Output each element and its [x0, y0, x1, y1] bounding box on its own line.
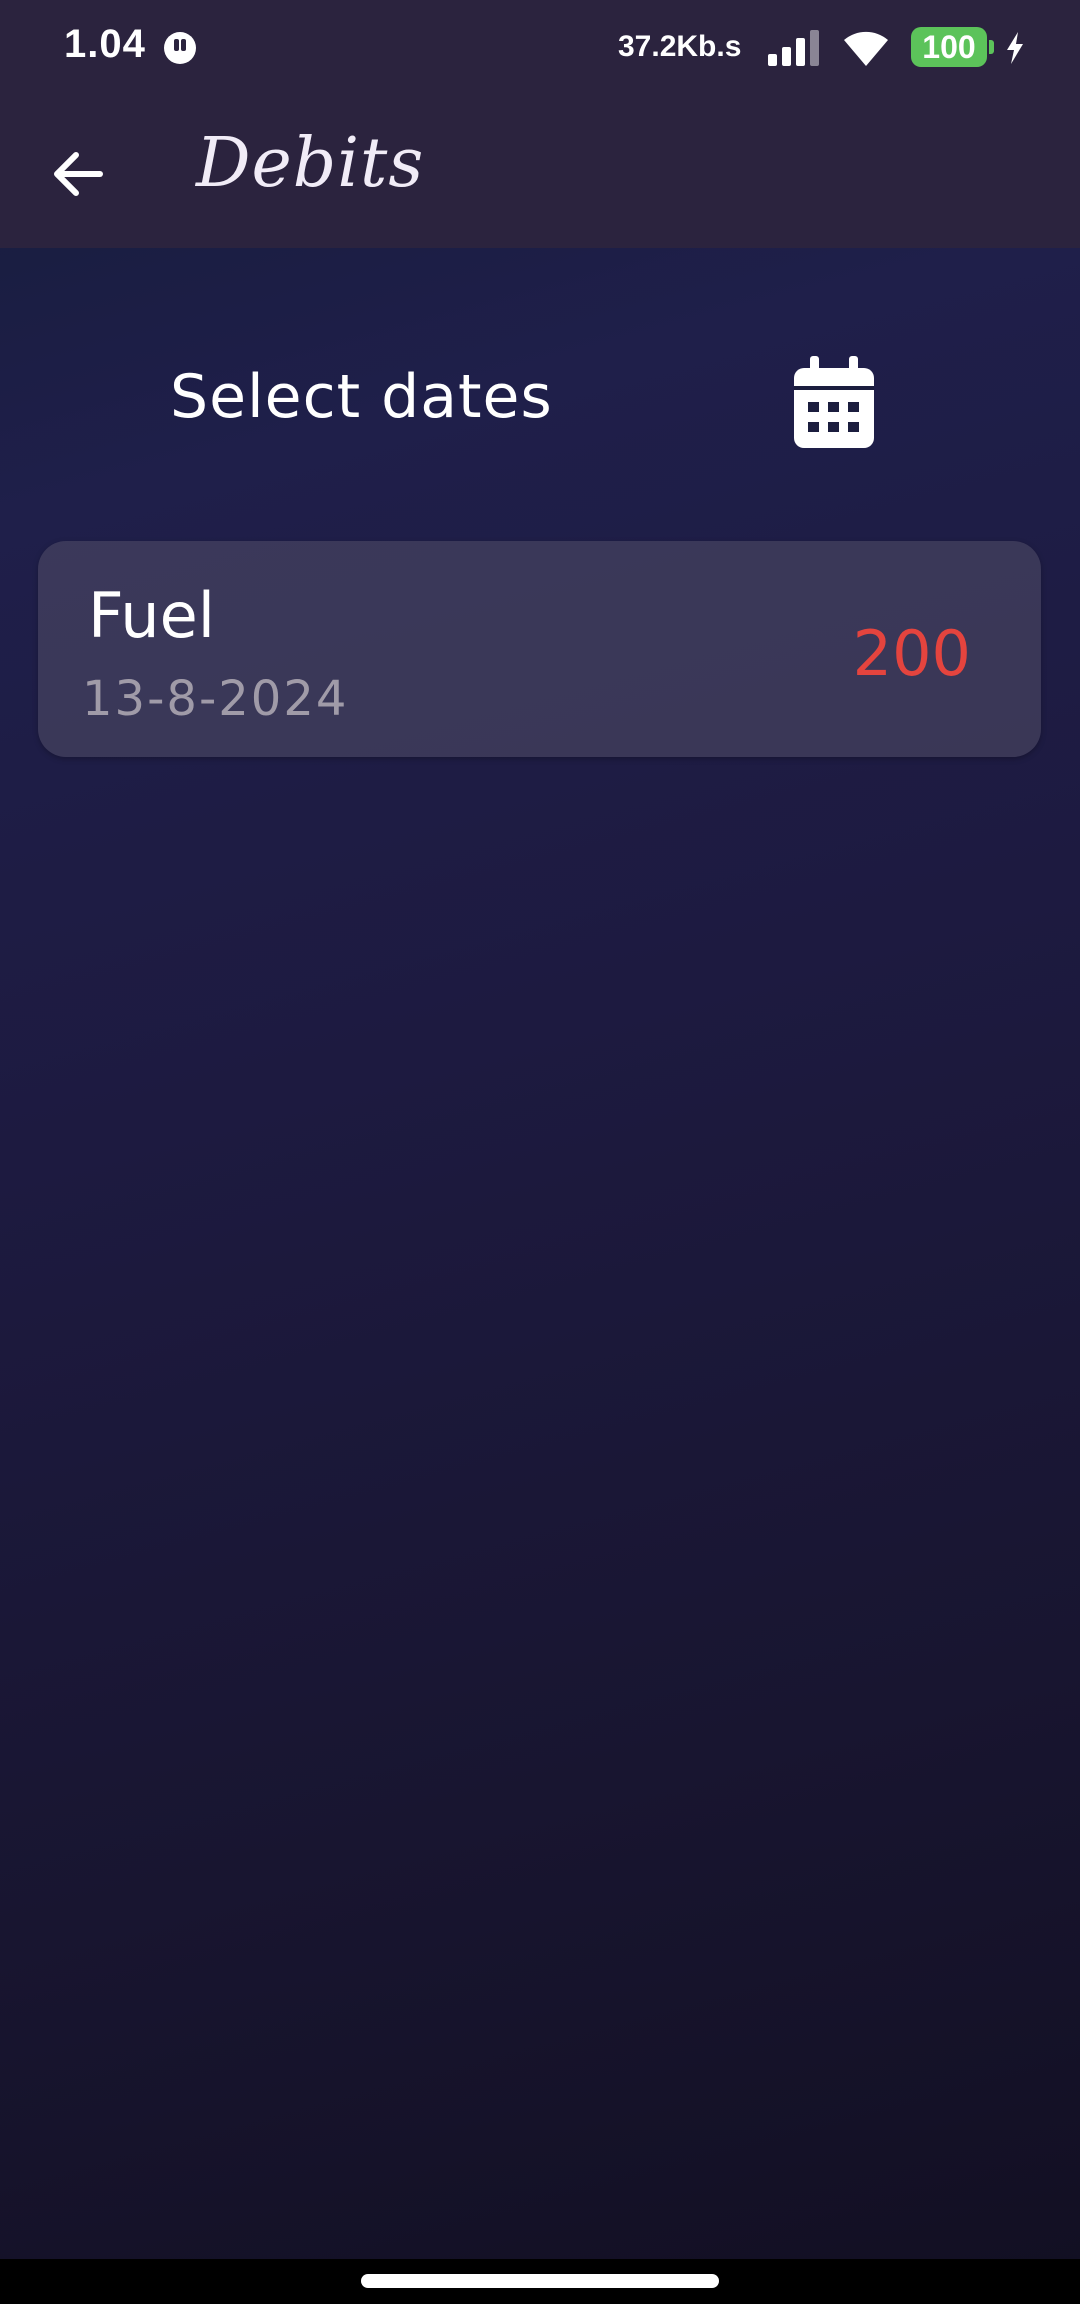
charging-icon [1007, 32, 1023, 64]
transaction-title: Fuel [88, 579, 215, 652]
select-dates-label: Select dates [170, 362, 553, 432]
page-title: Debits [196, 124, 425, 203]
debits-screen: 1.04 37.2Kb.s 100 Debits Select dates Fu… [0, 0, 1080, 2304]
battery-indicator: 100 [911, 27, 987, 67]
calendar-icon[interactable] [790, 354, 878, 452]
back-button[interactable] [40, 136, 116, 212]
app-notification-icon [164, 32, 196, 64]
battery-tip [989, 40, 994, 54]
arrow-left-icon [54, 152, 103, 196]
status-time: 1.04 [64, 22, 146, 66]
transaction-date: 13-8-2024 [82, 671, 349, 727]
signal-icon [768, 30, 819, 66]
app-bar: Debits [0, 96, 1080, 248]
status-bar: 1.04 37.2Kb.s 100 [0, 0, 1080, 96]
navigation-bar [0, 2259, 1080, 2304]
home-indicator[interactable] [361, 2274, 719, 2288]
wifi-icon [844, 31, 888, 66]
transaction-amount: 200 [852, 617, 971, 690]
transaction-card[interactable]: Fuel 13-8-2024 200 [38, 541, 1041, 757]
network-speed: 37.2Kb.s [618, 30, 742, 63]
